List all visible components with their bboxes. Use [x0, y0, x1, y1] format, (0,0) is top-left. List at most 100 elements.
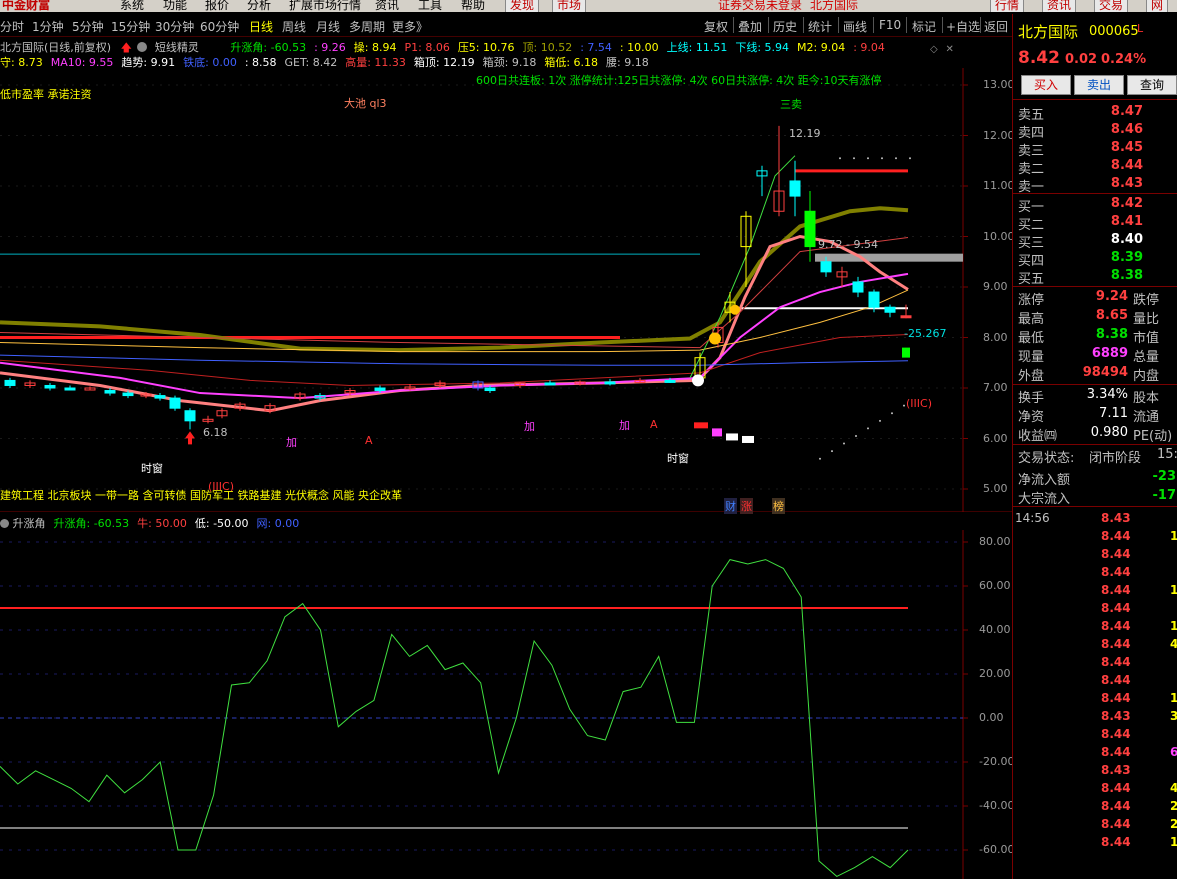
add-mark-1: 加	[286, 436, 297, 449]
period-1min[interactable]: 1分钟	[32, 18, 64, 35]
tool-adjust[interactable]: 复权	[704, 18, 728, 35]
tab-quotes[interactable]: 行情	[990, 0, 1025, 12]
candle-body	[44, 384, 56, 389]
candle-body	[169, 397, 181, 409]
indicator-value: MA10: 9.55	[50, 56, 114, 68]
extra-row-value: 3.34%	[1086, 387, 1128, 402]
candle-body	[900, 315, 912, 319]
sell3-label: 三卖	[780, 98, 802, 111]
bid-row-label: 买二	[1018, 218, 1045, 233]
box-high-mark: 12.19	[789, 127, 821, 140]
menu-extended-market[interactable]: 扩展市场行情	[289, 0, 361, 12]
tick-price: 8.44	[1101, 691, 1131, 705]
ask-row-label: 卖二	[1018, 162, 1045, 177]
menu-help[interactable]: 帮助	[461, 0, 485, 12]
candle-body	[122, 392, 134, 397]
indicator-value: : 10.00	[619, 41, 659, 53]
tick-price: 8.44	[1101, 637, 1131, 651]
indicator-name[interactable]: 短线精灵	[155, 41, 199, 53]
tool-add-watchlist[interactable]: +自选	[946, 18, 980, 35]
menu-quote[interactable]: 报价	[205, 0, 229, 12]
period-timeshare[interactable]: 分时	[0, 18, 24, 35]
collapse-icon[interactable]	[137, 42, 148, 52]
price-change: 0.02	[1065, 52, 1098, 67]
query-button[interactable]: 查询	[1127, 75, 1177, 95]
indicator-value: : 8.58	[244, 56, 277, 68]
close-icon[interactable]: ✕	[946, 44, 954, 55]
menu-system[interactable]: 系统	[120, 0, 144, 12]
tool-back[interactable]: 返回	[984, 18, 1008, 35]
discover-button[interactable]: 发现	[505, 0, 540, 12]
menu-news[interactable]: 资讯	[375, 0, 399, 12]
candle-body	[374, 387, 386, 392]
tool-draw[interactable]: 画线	[843, 18, 867, 35]
period-30min[interactable]: 30分钟	[155, 18, 194, 35]
rank-badge[interactable]: 榜	[772, 498, 785, 514]
osc-tick-label: -60.00	[979, 843, 1015, 856]
tool-history[interactable]: 历史	[773, 18, 797, 35]
limitup-badge[interactable]: 涨	[740, 498, 753, 514]
chart-settings-icons[interactable]: ◇ ✕	[930, 41, 954, 55]
period-daily[interactable]: 日线	[249, 18, 273, 35]
menu-bar: 中金财富 系统 功能 报价 分析 扩展市场行情 资讯 工具 帮助 发现 市场 证…	[0, 0, 1177, 12]
trail-dot	[867, 427, 869, 430]
osc-tick-label: 40.00	[979, 623, 1011, 636]
tool-stats[interactable]: 统计	[808, 18, 832, 35]
candle-body	[4, 379, 16, 386]
tick-price: 8.44	[1101, 673, 1131, 687]
trail-dot	[839, 157, 841, 160]
concepts-bottom: 建筑工程 北京板块 一带一路 含可转债 国防军工 铁路基建 光伏概念 风能 央企…	[0, 489, 402, 502]
oscillator-chart[interactable]	[0, 530, 1012, 879]
extra-row-label: 净资	[1018, 410, 1045, 425]
period-weekly[interactable]: 周线	[282, 18, 306, 35]
stat-row-value: 6889	[1091, 346, 1128, 361]
market-button[interactable]: 市场	[552, 0, 587, 12]
period-monthly[interactable]: 月线	[316, 18, 340, 35]
osc-toggle-icon[interactable]	[0, 519, 9, 528]
divider	[803, 17, 804, 33]
menu-tools[interactable]: 工具	[418, 0, 442, 12]
indicator-value: 腰: 9.18	[606, 56, 649, 68]
indicator-value: 箱颈: 9.18	[482, 56, 537, 68]
kline-chart[interactable]	[0, 68, 1012, 512]
finance-badge[interactable]: 财	[724, 498, 737, 514]
bid-row-label: 买四	[1018, 254, 1045, 269]
extra-row-value: 7.11	[1099, 406, 1128, 421]
period-60min[interactable]: 60分钟	[200, 18, 239, 35]
period-5min[interactable]: 5分钟	[72, 18, 104, 35]
tick-volume: 1	[1170, 529, 1177, 543]
diamond-icon[interactable]: ◇	[930, 44, 938, 55]
tab-news[interactable]: 资讯	[1042, 0, 1077, 12]
menu-analysis[interactable]: 分析	[247, 0, 271, 12]
tool-f10[interactable]: F10	[879, 18, 901, 32]
period-more[interactable]: 更多》	[392, 18, 428, 35]
divider	[942, 17, 943, 33]
period-multi[interactable]: 多周期	[349, 18, 385, 35]
login-notice: 证券交易未登录	[718, 0, 803, 12]
osc-value: 低: -50.00	[194, 517, 249, 530]
stat-row-label: 现量	[1018, 350, 1045, 365]
osc-tick-label: 20.00	[979, 667, 1011, 680]
indicator-value: M2: 9.04	[797, 41, 846, 53]
ask-row-value: 8.45	[1110, 140, 1143, 155]
ask-row-value: 8.44	[1110, 158, 1143, 173]
tick-volume: 2	[1170, 817, 1177, 831]
tab-trade[interactable]: 交易	[1094, 0, 1129, 12]
osc-value: 升涨角	[12, 517, 46, 530]
osc-value: 网: 0.00	[256, 517, 300, 530]
indicator-value: 守: 8.73	[0, 56, 43, 68]
period-15min[interactable]: 15分钟	[111, 18, 150, 35]
buy-button[interactable]: 买入	[1021, 75, 1071, 95]
tab-web[interactable]: 网	[1146, 0, 1169, 12]
bid-row-value: 8.42	[1110, 196, 1143, 211]
price-tick-label: 12.00	[983, 128, 1015, 142]
tick-volume: 1	[1170, 619, 1177, 633]
tool-overlay[interactable]: 叠加	[738, 18, 762, 35]
menu-function[interactable]: 功能	[163, 0, 187, 12]
tick-volume: 2	[1170, 799, 1177, 813]
stat-row-label: 涨停	[1018, 293, 1045, 308]
time-window-1: 时窗	[141, 462, 163, 475]
sell-button[interactable]: 卖出	[1074, 75, 1124, 95]
trail-dot	[843, 442, 845, 445]
tool-mark[interactable]: 标记	[912, 18, 936, 35]
